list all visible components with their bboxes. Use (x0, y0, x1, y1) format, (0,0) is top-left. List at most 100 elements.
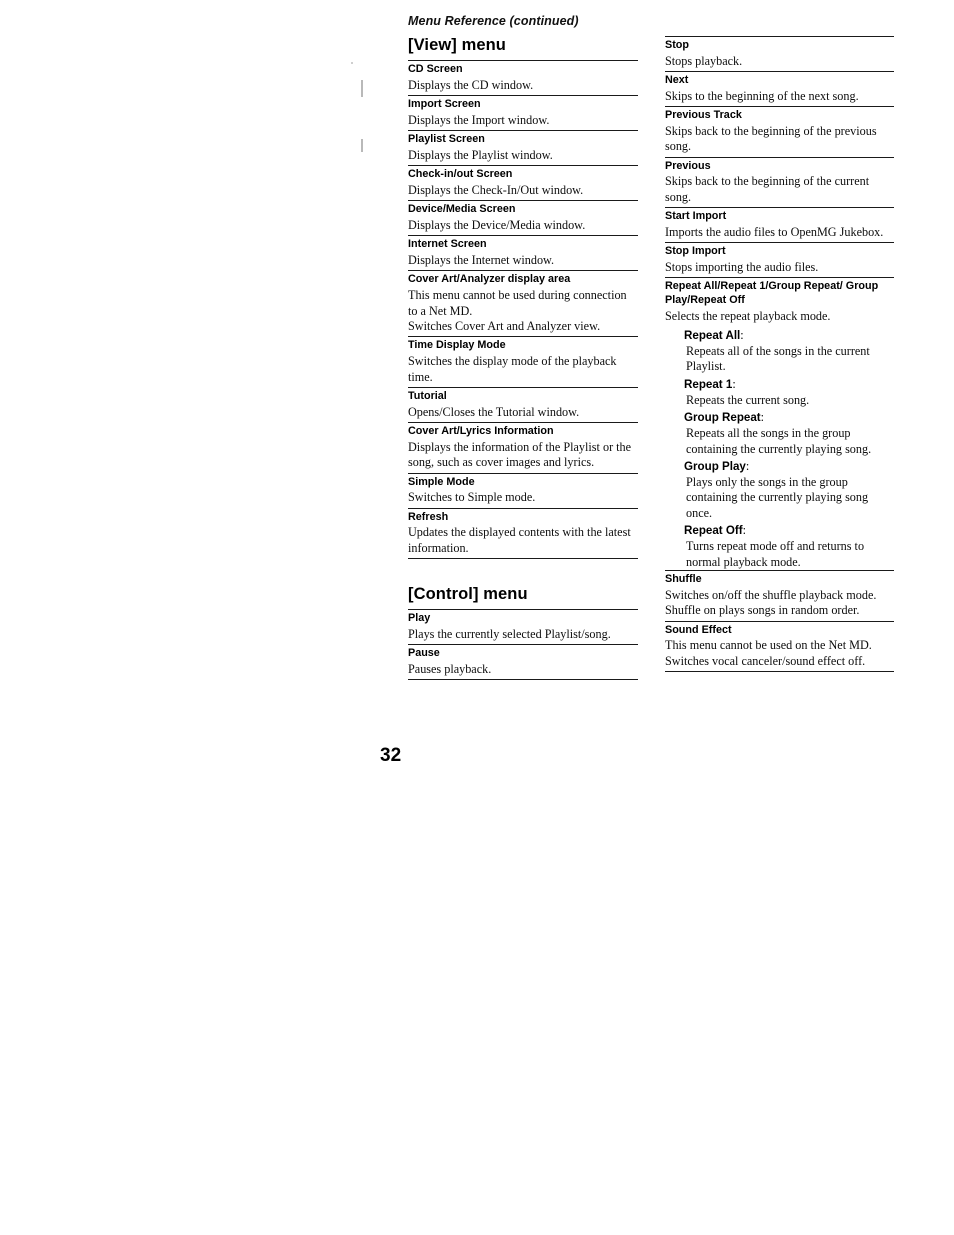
menu-entry: Internet Screen Displays the Internet win… (408, 235, 638, 270)
menu-entry: Device/Media Screen Displays the Device/M… (408, 200, 638, 235)
menu-entry: Pause Pauses playback. (408, 644, 638, 679)
menu-entry-description: This menu cannot be used during connecti… (408, 288, 638, 336)
menu-entry: Play Plays the currently selected Playlis… (408, 609, 638, 644)
menu-entry-description: Stops importing the audio files. (665, 260, 894, 277)
menu-entry-term: Cover Art/Lyrics Information (408, 425, 554, 438)
menu-entry: Playlist Screen Displays the Playlist win… (408, 130, 638, 165)
menu-entry: CD Screen Displays the CD window. (408, 59, 638, 95)
menu-entry-term: Tutorial (408, 390, 447, 403)
menu-subentry-description: Repeats all of the songs in the current … (686, 343, 870, 374)
subentry-colon: : (745, 459, 750, 474)
menu-subentry: Repeat 1: Repeats the current song. (684, 377, 894, 408)
menu-entry-term: Stop Import (665, 245, 726, 258)
description-line: Displays the Internet window. (408, 252, 555, 267)
description-line: Stops playback. (665, 53, 743, 68)
menu-entry-description: Skips back to the beginning of the curre… (665, 174, 894, 207)
manual-page: Menu Reference (continued) [View] menu CD… (0, 0, 954, 1235)
menu-entry-term: Repeat All/Repeat 1/Group Repeat/ Group … (665, 280, 879, 307)
menu-entry: Sound Effect This menu cannot be used on … (665, 620, 894, 672)
description-line: This menu cannot be used on the Net MD. (665, 638, 872, 653)
menu-entry-term: Cover Art/Analyzer display area (408, 273, 571, 286)
menu-entry: Cover Art/Analyzer display area This menu… (408, 270, 638, 336)
menu-entry-description: Displays the CD window. (408, 78, 638, 95)
menu-entry-description: Imports the audio files to OpenMG Jukebo… (665, 225, 894, 242)
menu-entry: Stop Stops playback. (665, 36, 894, 71)
menu-entry-term: Previous (665, 159, 711, 172)
menu-entry-term: Refresh (408, 510, 449, 523)
menu-entry: Start Import Imports the audio files to O… (665, 207, 894, 242)
menu-entry-description: Switches the display mode of the playbac… (408, 354, 638, 387)
menu-subentry-description: Turns repeat mode off and returns to nor… (686, 539, 865, 569)
menu-entry-term: Sound Effect (665, 623, 732, 636)
menu-entry-description: Displays the Playlist window. (408, 148, 638, 165)
subentry-colon: : (742, 523, 747, 538)
menu-subentry-term: Group Play: (684, 459, 894, 475)
menu-entry-term: CD Screen (408, 62, 463, 75)
menu-entry-term: Device/Media Screen (408, 203, 516, 216)
description-line: Plays the currently selected Playlist/so… (408, 626, 611, 641)
subentry-label: Repeat Off (684, 524, 743, 538)
menu-entry: Repeat All/Repeat 1/Group Repeat/ Group … (665, 277, 894, 570)
menu-entry: Previous Skips back to the beginning of t… (665, 156, 894, 208)
section-closing-rule (408, 679, 638, 681)
menu-entry-term: Playlist Screen (408, 133, 485, 146)
menu-subentry: Repeat All: Repeats all of the songs in t… (684, 328, 894, 375)
menu-subentry-term: Repeat 1: (684, 377, 894, 393)
subentry-label: Repeat All (684, 329, 741, 343)
menu-entry-description: Skips back to the beginning of the previ… (665, 124, 894, 157)
running-head: Menu Reference (continued) (408, 14, 579, 28)
subentry-label: Group Repeat (684, 411, 761, 425)
description-line: Displays the Playlist window. (408, 147, 553, 162)
menu-entry: Stop Import Stops importing the audio fil… (665, 242, 894, 277)
menu-subentry: Group Repeat: Repeats all the songs in th… (684, 410, 894, 457)
right-column: Stop Stops playback. Next Skips to the begi… (665, 36, 894, 673)
description-line: Switches to Simple mode. (408, 490, 536, 505)
menu-entry-term: Shuffle (665, 573, 702, 586)
section-title: [Control] menu (408, 585, 528, 604)
menu-entry-term: Simple Mode (408, 475, 475, 488)
menu-entry-term: Next (665, 74, 689, 87)
description-line: Displays the information of the Playlist… (408, 439, 632, 470)
menu-entry-description: Displays the information of the Playlist… (408, 440, 638, 473)
subentry-label: Group Play (684, 460, 746, 474)
menu-entry: Simple Mode Switches to Simple mode. (408, 472, 638, 508)
description-line: Switches vocal canceler/sound effect off… (665, 653, 866, 668)
page-number: 32 (380, 745, 402, 766)
menu-entry-description: This menu cannot be used on the Net MD. S… (665, 638, 894, 671)
menu-entry: Import Screen Displays the Import window. (408, 95, 638, 130)
description-line: Displays the Check-In/Out window. (408, 182, 584, 197)
menu-entry-term: Start Import (665, 210, 727, 223)
menu-entry-description: Skips to the beginning of the next song. (665, 89, 894, 106)
scan-artifact-mark (361, 80, 363, 97)
menu-entry-description: Switches on/off the shuffle playback mod… (665, 588, 894, 621)
subentry-colon: : (740, 328, 744, 343)
menu-entry-description: Pauses playback. (408, 662, 638, 679)
description-line: Pauses playback. (408, 661, 492, 676)
menu-entry: Next Skips to the beginning of the next s… (665, 71, 894, 106)
menu-entry-term: Time Display Mode (408, 339, 506, 352)
menu-entry-term: Pause (408, 647, 440, 660)
menu-entry: Refresh Updates the displayed contents wi… (408, 507, 638, 559)
menu-subentry-term: Repeat All: (684, 328, 894, 344)
menu-subentry-description: Plays only the songs in the group contai… (686, 474, 869, 520)
description-line: Skips back to the beginning of the curre… (665, 174, 870, 204)
subentry-colon: : (760, 410, 765, 425)
menu-entry-description: Opens/Closes the Tutorial window. (408, 405, 638, 422)
menu-entry-description: Updates the displayed contents with the … (408, 525, 638, 558)
menu-entry: Previous Track Skips back to the beginnin… (665, 106, 894, 157)
menu-subentry-term: Repeat Off: (684, 523, 894, 539)
menu-entry-term: Previous Track (665, 109, 742, 122)
description-line: Displays the Import window. (408, 112, 550, 127)
description-line: Switches Cover Art and Analyzer view. (408, 319, 601, 333)
description-line: Switches the display mode of the playbac… (408, 354, 617, 384)
menu-subentry: Repeat Off: Turns repeat mode off and ret… (684, 523, 894, 570)
menu-entry-description: Selects the repeat playback mode. (665, 309, 894, 326)
menu-subentry-term: Group Repeat: (684, 410, 894, 426)
menu-entry: Check-in/out Screen Displays the Check-In… (408, 165, 638, 200)
scan-artifact-mark (361, 139, 363, 152)
menu-entry: Shuffle Switches on/off the shuffle playb… (665, 570, 894, 621)
menu-entry-description: Displays the Internet window. (408, 253, 638, 270)
menu-entry-description: Displays the Check-In/Out window. (408, 183, 638, 200)
menu-entry-term: Check-in/out Screen (408, 168, 513, 181)
